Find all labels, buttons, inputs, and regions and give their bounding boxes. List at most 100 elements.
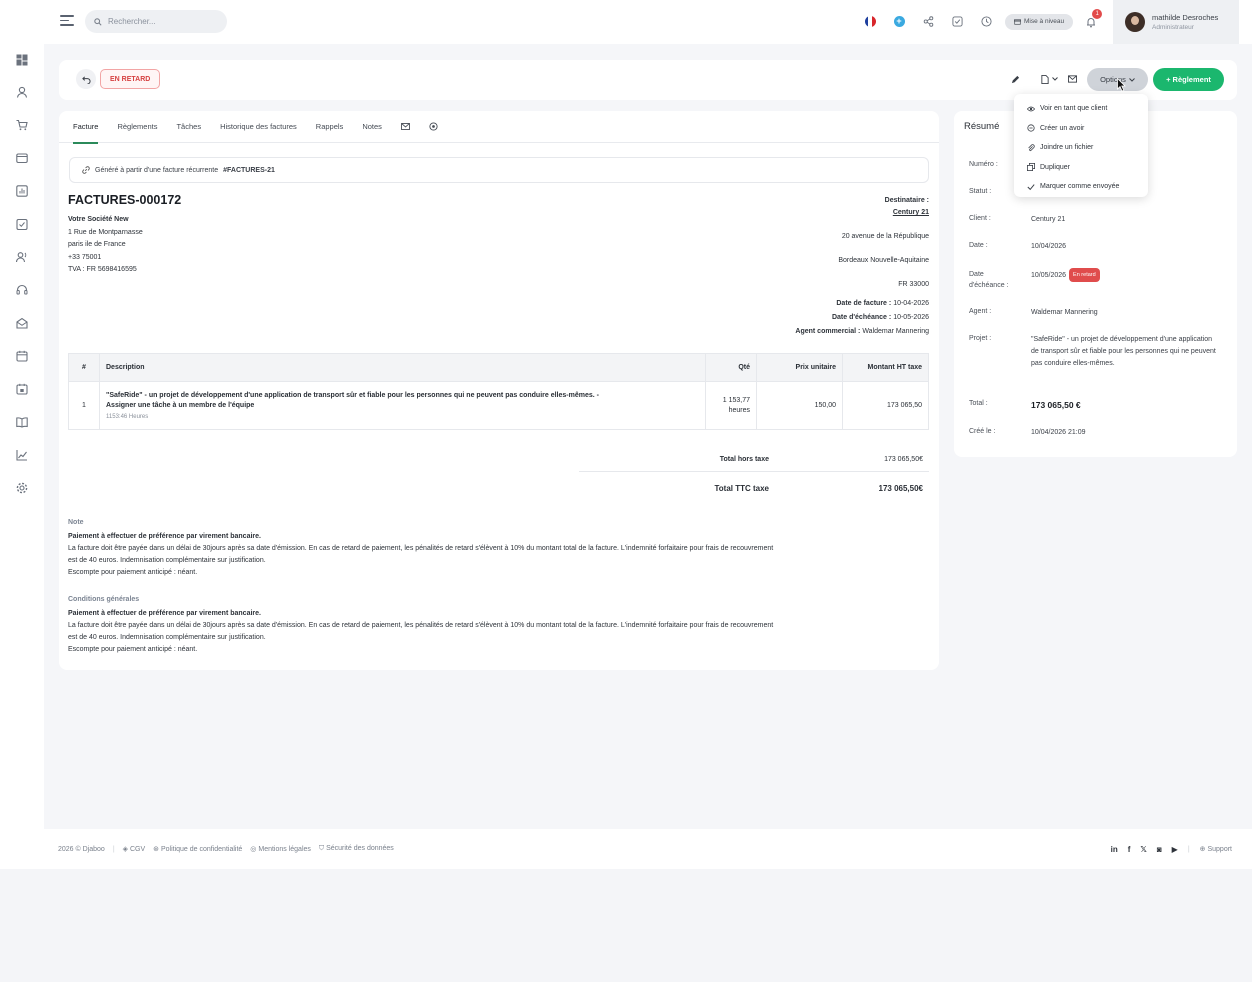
menu-item-duplicate[interactable]: Dupliquer (1014, 158, 1148, 178)
note-line3: Escompte pour paiement anticipé : néant. (68, 569, 198, 576)
language-flag-icon[interactable] (860, 12, 880, 32)
user-icon[interactable] (14, 84, 29, 99)
book-icon[interactable] (14, 414, 29, 429)
add-reglement-button[interactable]: + Règlement (1153, 68, 1224, 91)
linkedin-icon[interactable]: in (1111, 845, 1118, 854)
calendar-icon[interactable] (14, 348, 29, 363)
clock-icon[interactable] (976, 12, 996, 32)
footer-legal-link[interactable]: ◎ Mentions légales (250, 845, 311, 853)
menu-toggle-icon[interactable] (60, 15, 74, 27)
youtube-icon[interactable]: ▶ (1172, 845, 1178, 854)
invoice-totals: Total hors taxe 173 065,50€ Total TTC ta… (579, 447, 929, 505)
menu-item-mark-sent[interactable]: Marquer comme envoyée (1014, 177, 1148, 197)
resume-date-label: Date : (969, 242, 988, 249)
menu-item-label: Voir en tant que client (1040, 105, 1108, 113)
resume-due-label-line1: Date (969, 271, 984, 278)
conditions-bold: Paiement à effectuer de préférence par v… (68, 610, 261, 617)
dashboard-icon[interactable] (14, 52, 29, 67)
share-icon[interactable] (918, 12, 938, 32)
menu-item-label: Dupliquer (1040, 163, 1070, 171)
recipient-address: Destinataire : Century 21 20 avenue de l… (838, 195, 929, 291)
footer-privacy-link[interactable]: ⊛ Politique de confidentialité (153, 845, 242, 853)
menu-item-label: Créer un avoir (1040, 124, 1085, 132)
tab-historique[interactable]: Historique des factures (220, 111, 297, 143)
options-dropdown-menu: Voir en tant que client Créer un avoir J… (1014, 94, 1148, 197)
team-voice-icon[interactable] (14, 249, 29, 264)
upgrade-button[interactable]: Mise à niveau (1005, 13, 1074, 30)
col-header-description: Description (99, 353, 706, 382)
quick-add-icon[interactable]: + (889, 12, 909, 32)
settings-gear-icon[interactable] (14, 480, 29, 495)
total-ht-value: 173 065,50€ (884, 455, 923, 463)
tab-email-icon[interactable] (401, 111, 410, 143)
checkmark-icon (1027, 184, 1035, 190)
wallet-icon[interactable] (14, 150, 29, 165)
row-desc-hours: 1153:46 Heures (106, 414, 149, 420)
resume-client-label: Client : (969, 215, 991, 222)
col-header-num: # (68, 353, 100, 382)
user-menu[interactable]: mathilde Desroches Administrateur (1113, 0, 1239, 44)
mail-open-icon[interactable] (14, 315, 29, 330)
footer-privacy-label: Politique de confidentialité (160, 846, 243, 853)
instagram-icon[interactable]: ◙ (1157, 845, 1162, 854)
send-email-icon[interactable] (1065, 69, 1079, 89)
chevron-down-icon (1129, 77, 1135, 82)
recipient-name[interactable]: Century 21 (838, 207, 929, 219)
notifications-bell-icon[interactable]: 1 (1081, 8, 1103, 32)
topbar: + Mise à niveau 1 mathilde Desroches Adm… (0, 0, 1252, 44)
invoice-tabs: Facture Règlements Tâches Historique des… (59, 111, 939, 144)
invoice-notes: Note Paiement à effectuer de préférence … (68, 517, 930, 656)
cart-icon[interactable] (14, 117, 29, 132)
resume-due-label: Date d'échéance : (969, 269, 1008, 291)
x-twitter-icon[interactable]: 𝕏 (1140, 845, 1146, 854)
back-button[interactable] (76, 69, 96, 89)
undo-icon (81, 75, 91, 84)
pdf-download-button[interactable] (1036, 69, 1062, 89)
late-tag-badge: En retard (1069, 268, 1100, 282)
menu-item-attach-file[interactable]: Joindre un fichier (1014, 138, 1148, 158)
row-qty-unit: heures (728, 407, 750, 414)
recurring-text: Généré à partir d'une facture récurrente (95, 166, 219, 174)
support-link[interactable]: ⊕ Support (1200, 845, 1232, 853)
tab-preview-eye-icon[interactable] (429, 111, 438, 143)
trend-chart-icon[interactable] (14, 447, 29, 462)
report-chart-icon[interactable] (14, 183, 29, 198)
chevron-down-icon (1051, 77, 1058, 81)
mouse-cursor-icon (1117, 78, 1126, 92)
row-qty-value: 1 153,77 (722, 397, 750, 404)
resume-statut-label: Statut : (969, 188, 992, 195)
menu-item-create-credit[interactable]: Créer un avoir (1014, 119, 1148, 139)
calendar-event-icon[interactable] (14, 381, 29, 396)
footer-legal-label: Mentions légales (258, 846, 311, 853)
footer-cgv-link[interactable]: ◈ CGV (123, 845, 146, 853)
edit-pencil-icon[interactable] (1008, 69, 1022, 89)
pdf-icon (1040, 74, 1049, 84)
search-input[interactable] (108, 17, 218, 26)
tab-notes[interactable]: Notes (362, 111, 382, 143)
total-ttc-label: Total TTC taxe (714, 484, 769, 493)
footer-security-link[interactable]: ⛉ Sécurité des données (319, 845, 394, 853)
row-qty: 1 153,77 heures (705, 381, 757, 430)
invoice-date: 10-04-2026 (893, 300, 929, 307)
link-icon (82, 166, 90, 174)
resume-due-value: 10/05/2026 En retard (1031, 268, 1221, 282)
tab-facture[interactable]: Facture (73, 111, 99, 144)
tab-rappels[interactable]: Rappels (316, 111, 344, 143)
agent-label: Agent commercial : (795, 328, 861, 335)
search-box[interactable] (85, 10, 227, 33)
task-check-icon[interactable] (14, 216, 29, 231)
row-unit-price: 150,00 (756, 381, 843, 430)
resume-created-value: 10/04/2026 21:09 (1031, 429, 1086, 436)
footer: 2026 © Djaboo | ◈ CGV ⊛ Politique de con… (44, 829, 1252, 869)
invoice-card: Facture Règlements Tâches Historique des… (59, 111, 939, 670)
facebook-icon[interactable]: f (1128, 845, 1131, 854)
paperclip-icon (1028, 144, 1035, 151)
footer-security-label: Sécurité des données (326, 845, 394, 852)
resume-due-label-line2: d'échéance : (969, 282, 1009, 289)
tasks-check-icon[interactable] (947, 12, 967, 32)
headset-icon[interactable] (14, 282, 29, 297)
tab-reglements[interactable]: Règlements (117, 111, 157, 143)
invoice-items-table: # Description Qté Prix unitaire Montant … (68, 353, 929, 430)
menu-item-view-as-client[interactable]: Voir en tant que client (1014, 99, 1148, 119)
tab-taches[interactable]: Tâches (176, 111, 201, 143)
